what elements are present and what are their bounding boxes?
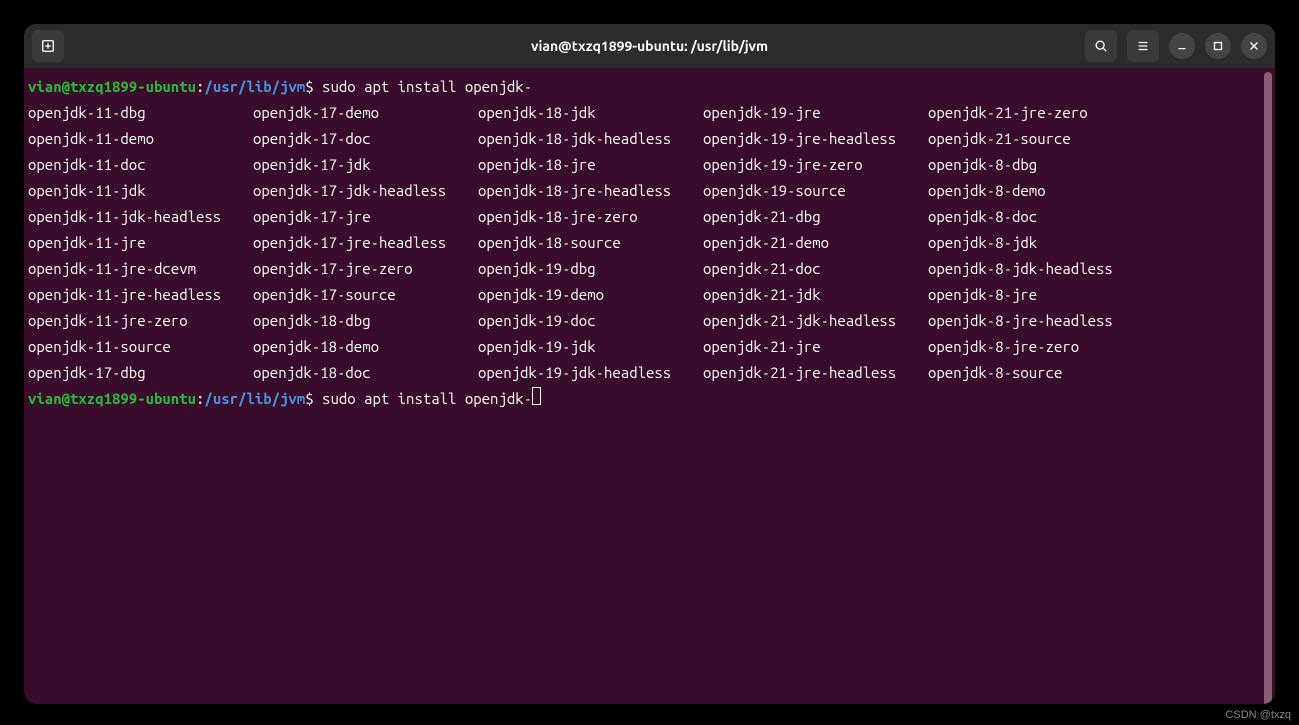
completion-item: openjdk-8-jre-headless xyxy=(928,308,1271,334)
completion-item: openjdk-18-doc xyxy=(253,360,478,386)
titlebar-right-group xyxy=(1067,30,1267,62)
completion-item: openjdk-8-demo xyxy=(928,178,1271,204)
completion-item: openjdk-8-source xyxy=(928,360,1271,386)
completion-item: openjdk-11-source xyxy=(28,334,253,360)
completion-item: openjdk-8-jdk-headless xyxy=(928,256,1271,282)
prompt-user-host: vian@txzq1899-ubuntu xyxy=(28,390,196,407)
completion-item: openjdk-19-jdk-headless xyxy=(478,360,703,386)
prompt-dollar: $ xyxy=(305,78,313,95)
completion-item: openjdk-19-source xyxy=(703,178,928,204)
maximize-button[interactable] xyxy=(1205,33,1231,59)
completion-item: openjdk-19-jre-zero xyxy=(703,152,928,178)
completion-item: openjdk-21-jdk-headless xyxy=(703,308,928,334)
completion-list: openjdk-11-dbg openjdk-17-demo openjdk-1… xyxy=(28,100,1271,386)
completion-item: openjdk-11-doc xyxy=(28,152,253,178)
completion-item: openjdk-17-source xyxy=(253,282,478,308)
prompt-dollar: $ xyxy=(305,390,313,407)
completion-item: openjdk-18-demo xyxy=(253,334,478,360)
completion-item: openjdk-18-jdk-headless xyxy=(478,126,703,152)
completion-item: openjdk-19-doc xyxy=(478,308,703,334)
terminal-window: vian@txzq1899-ubuntu: /usr/lib/jvm xyxy=(24,24,1275,704)
completion-item: openjdk-18-jre xyxy=(478,152,703,178)
completion-item: openjdk-8-jdk xyxy=(928,230,1271,256)
completion-item: openjdk-17-jre-headless xyxy=(253,230,478,256)
prompt-line-1: vian@txzq1899-ubuntu:/usr/lib/jvm$ sudo … xyxy=(28,74,1271,100)
completion-item: openjdk-8-dbg xyxy=(928,152,1271,178)
completion-item: openjdk-17-demo xyxy=(253,100,478,126)
completion-item: openjdk-21-jre-zero xyxy=(928,100,1271,126)
completion-item: openjdk-11-demo xyxy=(28,126,253,152)
completion-item: openjdk-11-jre-dcevm xyxy=(28,256,253,282)
completion-item: openjdk-18-jdk xyxy=(478,100,703,126)
completion-item: openjdk-21-dbg xyxy=(703,204,928,230)
new-tab-button[interactable] xyxy=(32,30,64,62)
window-title: vian@txzq1899-ubuntu: /usr/lib/jvm xyxy=(232,38,1067,54)
completion-item: openjdk-21-demo xyxy=(703,230,928,256)
menu-button[interactable] xyxy=(1127,30,1159,62)
completion-item: openjdk-19-jdk xyxy=(478,334,703,360)
completion-item: openjdk-19-jre-headless xyxy=(703,126,928,152)
completion-item: openjdk-21-source xyxy=(928,126,1271,152)
completion-item: openjdk-21-doc xyxy=(703,256,928,282)
completion-item: openjdk-17-jdk-headless xyxy=(253,178,478,204)
terminal-body[interactable]: vian@txzq1899-ubuntu:/usr/lib/jvm$ sudo … xyxy=(24,68,1275,704)
completion-item: openjdk-11-jre-headless xyxy=(28,282,253,308)
completion-item: openjdk-21-jdk xyxy=(703,282,928,308)
completion-item: openjdk-19-jre xyxy=(703,100,928,126)
terminal-cursor xyxy=(532,387,541,405)
minimize-button[interactable] xyxy=(1169,33,1195,59)
prompt-line-2: vian@txzq1899-ubuntu:/usr/lib/jvm$ sudo … xyxy=(28,386,1271,412)
prompt-command: sudo apt install openjdk- xyxy=(322,390,532,407)
completion-item: openjdk-17-doc xyxy=(253,126,478,152)
prompt-path: /usr/lib/jvm xyxy=(204,390,305,407)
prompt-command: sudo apt install openjdk- xyxy=(322,78,532,95)
completion-item: openjdk-8-jre xyxy=(928,282,1271,308)
completion-item: openjdk-21-jre-headless xyxy=(703,360,928,386)
completion-item: openjdk-18-source xyxy=(478,230,703,256)
completion-item: openjdk-18-dbg xyxy=(253,308,478,334)
scrollbar[interactable] xyxy=(1264,72,1272,704)
completion-item: openjdk-17-jre xyxy=(253,204,478,230)
completion-item: openjdk-11-jdk-headless xyxy=(28,204,253,230)
prompt-user-host: vian@txzq1899-ubuntu xyxy=(28,78,196,95)
completion-item: openjdk-17-jdk xyxy=(253,152,478,178)
prompt-path: /usr/lib/jvm xyxy=(204,78,305,95)
completion-item: openjdk-18-jre-headless xyxy=(478,178,703,204)
completion-item: openjdk-11-jdk xyxy=(28,178,253,204)
completion-item: openjdk-19-demo xyxy=(478,282,703,308)
watermark: CSDN @txzq xyxy=(1225,709,1291,721)
completion-item: openjdk-21-jre xyxy=(703,334,928,360)
close-button[interactable] xyxy=(1241,33,1267,59)
completion-item: openjdk-11-dbg xyxy=(28,100,253,126)
completion-item: openjdk-17-dbg xyxy=(28,360,253,386)
completion-item: openjdk-17-jre-zero xyxy=(253,256,478,282)
completion-item: openjdk-8-doc xyxy=(928,204,1271,230)
completion-item: openjdk-19-dbg xyxy=(478,256,703,282)
completion-item: openjdk-8-jre-zero xyxy=(928,334,1271,360)
completion-item: openjdk-11-jre xyxy=(28,230,253,256)
search-button[interactable] xyxy=(1085,30,1117,62)
completion-item: openjdk-18-jre-zero xyxy=(478,204,703,230)
titlebar-left-group xyxy=(32,30,232,62)
completion-item: openjdk-11-jre-zero xyxy=(28,308,253,334)
titlebar: vian@txzq1899-ubuntu: /usr/lib/jvm xyxy=(24,24,1275,68)
